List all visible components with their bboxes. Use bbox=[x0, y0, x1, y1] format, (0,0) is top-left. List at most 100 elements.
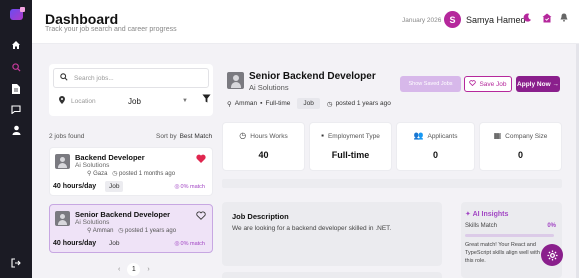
stat-label-text: Applicants bbox=[427, 133, 458, 140]
insights-text: Great match! Your React and TypeScript s… bbox=[465, 242, 540, 264]
job-type-select[interactable]: Job ▼ bbox=[122, 92, 204, 110]
apply-now-button[interactable]: Apply Now → bbox=[516, 76, 560, 92]
description-text: We are looking for a backend developer s… bbox=[232, 225, 392, 232]
section-divider bbox=[222, 179, 562, 188]
avatar[interactable]: S bbox=[444, 11, 461, 28]
target-icon: ◎ bbox=[174, 241, 180, 247]
stat-value: 0 bbox=[517, 150, 523, 160]
detail-posted: posted 1 years ago bbox=[335, 100, 391, 107]
current-date: January 2026 bbox=[402, 17, 442, 24]
clock-icon: ◷ bbox=[326, 100, 333, 108]
person-icon[interactable] bbox=[0, 122, 32, 138]
stat-value: 40 bbox=[258, 150, 269, 160]
app-logo[interactable] bbox=[0, 6, 32, 22]
ai-insights-card: ✦ AI Insights Skills Match 0% Great matc… bbox=[461, 202, 562, 278]
detail-tag: Job bbox=[297, 98, 320, 109]
clock-icon: ◷ bbox=[112, 171, 118, 177]
ai-insights-title-text: AI Insights bbox=[472, 211, 509, 218]
stat-label: 👥 Applicants bbox=[397, 131, 474, 140]
search-input[interactable]: Search jobs... bbox=[53, 68, 209, 88]
chevron-down-icon: ▼ bbox=[182, 98, 188, 104]
stat-employment-type: ▪ Employment Type Full-time bbox=[309, 122, 392, 171]
job-location: Gaza bbox=[93, 171, 108, 177]
clock-icon: ◷ bbox=[239, 131, 247, 140]
job-card[interactable]: Backend Developer Ai Solutions ⚲ Gaza ◷ … bbox=[49, 147, 213, 196]
stat-value: 0 bbox=[432, 150, 438, 160]
location-input[interactable]: Location bbox=[53, 92, 113, 110]
sort-value[interactable]: Best Match bbox=[180, 133, 213, 140]
top-header: Dashboard Track your job search and care… bbox=[32, 0, 579, 44]
stat-value: Full-time bbox=[331, 150, 370, 160]
detail-schedule: Full-time bbox=[265, 100, 291, 107]
location-pin-icon: ⚲ bbox=[227, 100, 232, 108]
location-placeholder: Location bbox=[71, 97, 96, 105]
detail-meta: ⚲ Amman ▪ Full-time Job ◷ posted 1 years… bbox=[227, 98, 391, 109]
skills-match-bar bbox=[465, 234, 554, 237]
search-filters: Search jobs... Location Job ▼ bbox=[49, 64, 213, 116]
favorite-heart-icon[interactable] bbox=[196, 211, 206, 223]
show-saved-jobs-button[interactable]: Show Saved Jobs bbox=[400, 76, 461, 92]
next-section-card bbox=[222, 272, 442, 278]
skills-match-percent: 0% bbox=[547, 223, 556, 229]
clock-icon: ◷ bbox=[118, 228, 124, 234]
job-company: Ai Solutions bbox=[75, 219, 110, 226]
job-hours: 40 hours/day bbox=[53, 183, 97, 190]
briefcase-icon: ▪ bbox=[260, 100, 263, 107]
stat-company-size: ▦ Company Size 0 bbox=[479, 122, 562, 171]
search-icon[interactable] bbox=[0, 59, 32, 75]
jobs-count: 2 jobs found bbox=[49, 133, 85, 140]
favorite-heart-icon[interactable] bbox=[196, 154, 206, 166]
bell-icon[interactable] bbox=[560, 13, 568, 25]
detail-location: Amman bbox=[234, 100, 258, 107]
job-card-selected[interactable]: Senior Backend Developer Ai Solutions ⚲ … bbox=[49, 204, 213, 253]
search-icon bbox=[60, 73, 68, 83]
stat-label-text: Company Size bbox=[505, 133, 548, 140]
location-pin-icon bbox=[59, 96, 65, 106]
filter-icon[interactable] bbox=[202, 94, 211, 105]
sort-control[interactable]: Sort by Best Match bbox=[156, 133, 212, 140]
company-avatar bbox=[55, 154, 70, 169]
company-avatar bbox=[227, 72, 244, 89]
user-name[interactable]: Samya Hamed bbox=[466, 15, 526, 25]
logout-icon[interactable] bbox=[0, 255, 32, 271]
page-title: Dashboard bbox=[45, 11, 119, 27]
location-pin-icon: ⚲ bbox=[87, 171, 92, 177]
next-page-icon[interactable]: › bbox=[147, 266, 149, 273]
company-avatar bbox=[55, 211, 70, 226]
description-title: Job Description bbox=[232, 212, 289, 221]
stat-label-text: Employment Type bbox=[327, 133, 380, 140]
chat-icon[interactable] bbox=[0, 101, 32, 117]
job-location: Amman bbox=[92, 228, 114, 234]
stat-hours: ◷ Hours Works 40 bbox=[222, 122, 305, 171]
prev-page-icon[interactable]: ‹ bbox=[118, 266, 120, 273]
job-tag: Job bbox=[105, 181, 124, 192]
search-placeholder: Search jobs... bbox=[74, 74, 114, 82]
sort-label: Sort by bbox=[156, 133, 177, 140]
job-posted: posted 1 months ago bbox=[119, 171, 176, 177]
building-icon: ▦ bbox=[493, 131, 502, 140]
pagination: ‹ 1 › bbox=[118, 263, 150, 276]
stat-label: ▦ Company Size bbox=[480, 131, 561, 140]
stat-applicants: 👥 Applicants 0 bbox=[396, 122, 475, 171]
sparkle-icon: ✦ bbox=[465, 211, 471, 218]
home-shield-icon[interactable] bbox=[542, 13, 552, 26]
stat-label: ▪ Employment Type bbox=[310, 131, 391, 140]
home-icon[interactable] bbox=[0, 37, 32, 53]
heart-outline-icon bbox=[469, 80, 477, 88]
document-icon[interactable] bbox=[0, 81, 32, 97]
job-hours: 40 hours/day bbox=[53, 240, 97, 247]
settings-fab[interactable] bbox=[541, 244, 563, 266]
match-badge: ◎0% match bbox=[174, 240, 205, 247]
job-title: Senior Backend Developer bbox=[75, 210, 171, 219]
save-job-label: Save Job bbox=[479, 80, 507, 88]
ai-insights-title: ✦ AI Insights bbox=[465, 210, 508, 218]
briefcase-icon: ▪ bbox=[321, 131, 324, 140]
page-number[interactable]: 1 bbox=[127, 263, 141, 276]
page-subtitle: Track your job search and career progres… bbox=[45, 26, 177, 33]
job-description-card: Job Description We are looking for a bac… bbox=[222, 202, 442, 266]
people-icon: 👥 bbox=[413, 131, 424, 140]
save-job-button[interactable]: Save Job bbox=[464, 76, 512, 92]
match-text: 0% match bbox=[180, 241, 205, 247]
moon-icon[interactable] bbox=[523, 13, 532, 25]
skills-match-label: Skills Match bbox=[465, 223, 498, 229]
